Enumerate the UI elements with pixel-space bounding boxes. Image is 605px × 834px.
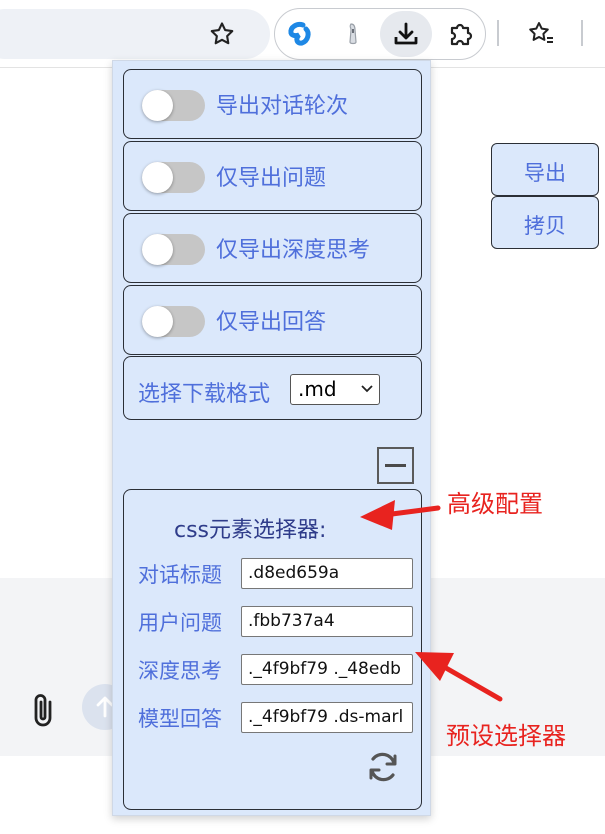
annotation-arrows — [360, 500, 503, 702]
